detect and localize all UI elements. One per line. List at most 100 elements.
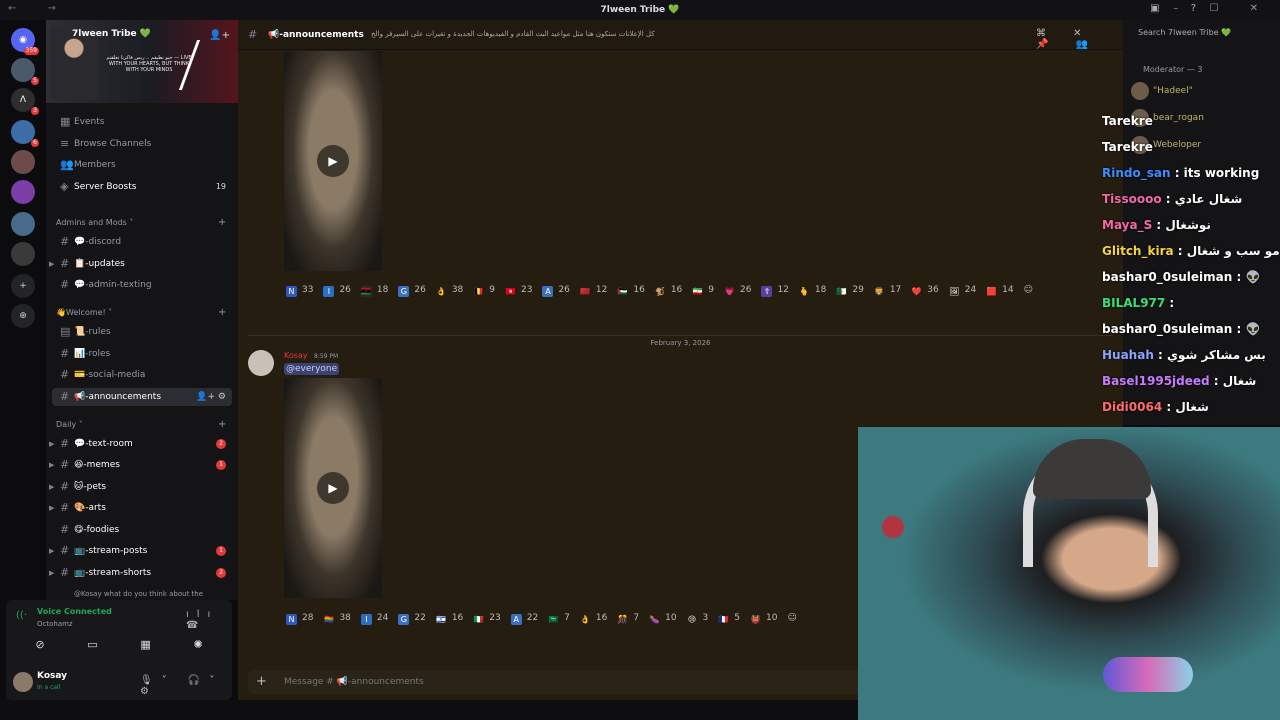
- camera-off-icon[interactable]: ⊘: [35, 638, 44, 656]
- channel-memes[interactable]: ▶ # 😆-memes 1: [49, 456, 232, 474]
- server-icon[interactable]: [11, 150, 35, 174]
- reaction[interactable]: 🍆 10: [649, 608, 677, 629]
- activities-icon[interactable]: ▦: [140, 638, 150, 656]
- channel-stream-posts[interactable]: ▶ # 📺-stream-posts 1: [49, 542, 232, 560]
- reaction[interactable]: ❤️ 36: [911, 280, 939, 301]
- server-icon[interactable]: 6: [11, 120, 39, 147]
- add-reaction-icon[interactable]: ☺: [787, 608, 796, 629]
- category-admins-mods[interactable]: Admins and Mods ˅ +: [56, 217, 226, 228]
- invite-icon[interactable]: 👤+: [209, 30, 230, 41]
- reaction[interactable]: 😢 3: [687, 608, 708, 629]
- voice-status[interactable]: Voice Connected: [37, 607, 112, 616]
- reaction[interactable]: 🇮🇷 9: [692, 280, 714, 301]
- reaction[interactable]: 🫰 18: [799, 280, 826, 301]
- reaction[interactable]: 🇧🇪 9: [473, 280, 495, 301]
- add-attachment-icon[interactable]: +: [256, 674, 267, 689]
- nav-members[interactable]: 👥 Members: [52, 156, 232, 174]
- reaction[interactable]: 🇱🇾 18: [360, 280, 388, 301]
- reaction[interactable]: 👌 16: [580, 608, 607, 629]
- home-icon[interactable]: ◉ 359: [11, 28, 39, 55]
- search-input[interactable]: Search 7lween Tribe 💚: [1138, 28, 1231, 37]
- add-channel-icon[interactable]: +: [218, 419, 226, 430]
- reaction[interactable]: 👌 38: [436, 280, 463, 301]
- message-author[interactable]: Kosay: [284, 351, 308, 360]
- reaction[interactable]: 🇲🇦 12: [580, 280, 607, 301]
- channel-settings-icon[interactable]: 👤+ ⚙: [196, 388, 226, 406]
- nav-server-boosts[interactable]: ◈ Server Boosts 19: [52, 178, 232, 196]
- reaction[interactable]: 🇮🇹 23: [473, 608, 501, 629]
- channel-stream-shorts[interactable]: ▶ # 📺-stream-shorts 2: [49, 564, 232, 582]
- category-daily[interactable]: Daily ˅ +: [56, 419, 226, 430]
- reaction[interactable]: 🇵🇸 16: [617, 280, 645, 301]
- reaction[interactable]: N 33: [286, 280, 313, 301]
- user-name[interactable]: Kosay: [37, 671, 67, 681]
- add-channel-icon[interactable]: +: [218, 307, 226, 318]
- reaction[interactable]: 🦁 17: [874, 280, 901, 301]
- reaction[interactable]: 🇩🇿 29: [836, 280, 864, 301]
- video-attachment[interactable]: ▶: [284, 378, 382, 598]
- reaction[interactable]: 🎊 7: [617, 608, 639, 629]
- reaction[interactable]: I 24: [360, 608, 388, 629]
- avatar[interactable]: [13, 672, 33, 692]
- server-name[interactable]: 7lween Tribe 💚: [72, 29, 151, 39]
- reaction[interactable]: A 22: [510, 608, 538, 629]
- mention[interactable]: @everyone: [284, 363, 340, 375]
- reaction[interactable]: 🇹🇳 23: [505, 280, 533, 301]
- channel-social-media[interactable]: # 💳-social-media: [52, 366, 232, 384]
- avatar[interactable]: [1131, 82, 1149, 100]
- play-icon[interactable]: ▶: [317, 145, 349, 177]
- reaction[interactable]: 🟥 14: [986, 280, 1014, 301]
- header-icons[interactable]: ⌘ ✕ 📌 👥: [1036, 28, 1123, 50]
- discover-icon[interactable]: ⊕: [11, 304, 35, 328]
- message-input[interactable]: Message # 📢-announcements: [284, 677, 424, 687]
- channel-discord[interactable]: # 💬-discord: [52, 233, 232, 251]
- reaction[interactable]: 👹 10: [750, 608, 778, 629]
- reaction[interactable]: 🇸🇦 7: [548, 608, 570, 629]
- reaction[interactable]: N 28: [286, 608, 313, 629]
- reaction[interactable]: 🇫🇷 5: [718, 608, 740, 629]
- channel-text-room[interactable]: ▶ # 💬-text-room 2: [49, 435, 232, 453]
- voice-controls[interactable]: ılı ☎: [186, 609, 232, 631]
- reaction[interactable]: A 26: [542, 280, 570, 301]
- channel-roles[interactable]: # 📊-roles: [52, 345, 232, 363]
- server-icon[interactable]: Λ3: [11, 88, 39, 115]
- reaction[interactable]: 🖼 24: [949, 280, 976, 301]
- play-icon[interactable]: ▶: [317, 472, 349, 504]
- add-channel-icon[interactable]: +: [218, 217, 226, 228]
- channel-rules[interactable]: ▤ 📜-rules: [52, 323, 232, 341]
- reaction[interactable]: 💗 26: [724, 280, 752, 301]
- reaction[interactable]: 🐒 16: [655, 280, 682, 301]
- window-controls[interactable]: – ☐ ✕: [1173, 3, 1272, 14]
- reaction[interactable]: 🇮🇱 16: [436, 608, 463, 629]
- channel-arts[interactable]: ▶ # 🎨-arts: [49, 499, 232, 517]
- server-icon[interactable]: [11, 212, 35, 236]
- nav-browse-channels[interactable]: ≡ Browse Channels: [52, 135, 232, 153]
- avatar[interactable]: [248, 350, 274, 376]
- reaction[interactable]: ☦ 12: [761, 280, 789, 301]
- video-attachment[interactable]: ▶: [284, 51, 382, 271]
- reaction[interactable]: I 26: [323, 280, 351, 301]
- category-welcome[interactable]: 👋Welcome! ˅ +: [56, 307, 226, 318]
- thread-preview[interactable]: @Kosay what do you think about the: [52, 585, 232, 600]
- server-icon[interactable]: [11, 242, 35, 266]
- soundboard-icon[interactable]: ✺: [193, 638, 202, 656]
- channel-announcements[interactable]: # 📢-announcements 👤+ ⚙: [52, 388, 232, 406]
- channel-updates[interactable]: ▶ # 📋-updates: [49, 255, 232, 273]
- channel-topic[interactable]: كل الإعلانات ستكون هنا مثل مواعيد البث ا…: [371, 30, 655, 38]
- server-banner[interactable]: 7lween Tribe 💚 خيو نطيقم .. ريس فاكرنا ت…: [46, 20, 238, 103]
- reaction[interactable]: G 26: [398, 280, 426, 301]
- reaction[interactable]: G 22: [398, 608, 426, 629]
- member-name[interactable]: "Hadeel": [1153, 86, 1193, 96]
- add-reaction-icon[interactable]: ☺: [1024, 280, 1033, 301]
- channel-pets[interactable]: ▶ # 🐱-pets: [49, 478, 232, 496]
- nav-events[interactable]: ▦ Events: [52, 113, 232, 131]
- add-server-icon[interactable]: +: [11, 274, 35, 298]
- reaction[interactable]: 🏳️‍🌈 38: [323, 608, 351, 629]
- channel-foodies[interactable]: # 😋-foodies: [52, 521, 232, 539]
- voice-channel[interactable]: Octohamz: [37, 620, 73, 628]
- server-icon[interactable]: [11, 180, 35, 204]
- server-icon[interactable]: 5: [11, 58, 39, 85]
- screen-share-icon[interactable]: ▭: [87, 638, 97, 656]
- user-controls[interactable]: 🎙˅ 🎧˅ ⚙: [140, 675, 232, 697]
- channel-admin-texting[interactable]: # 💬-admin-texting: [52, 276, 232, 294]
